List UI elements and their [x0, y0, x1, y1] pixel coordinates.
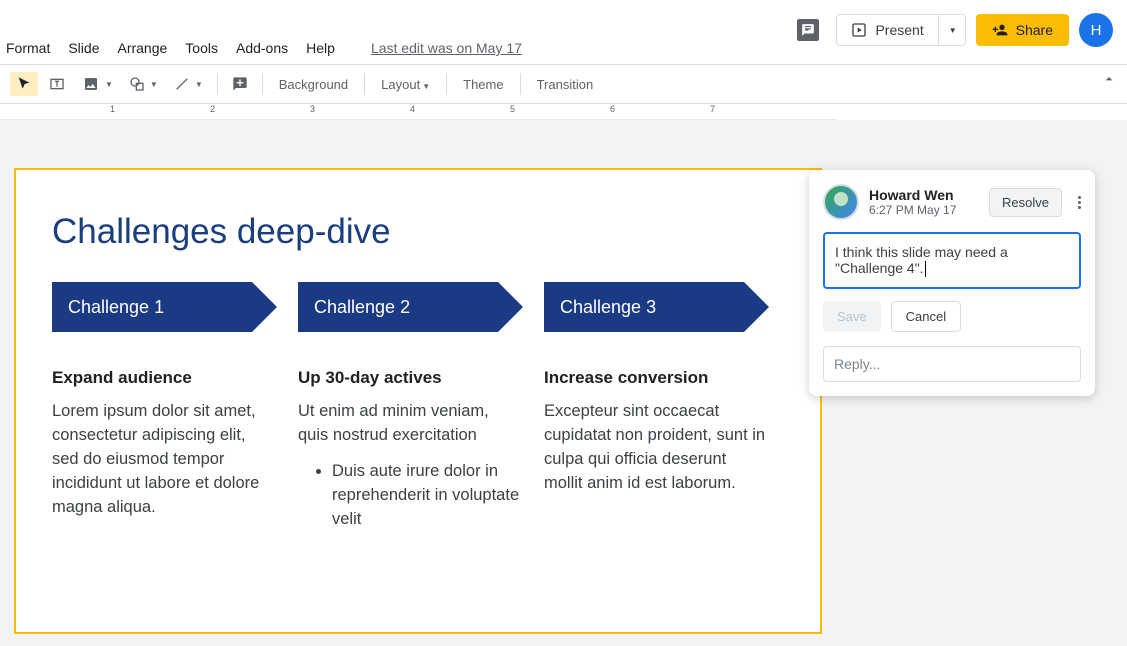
kebab-dot	[1078, 206, 1081, 209]
chevron-up-icon	[1101, 71, 1117, 87]
comment-actions: Save Cancel	[823, 301, 1081, 332]
ruler: 1 2 3 4 5 6 7	[0, 104, 837, 120]
chevron-down-icon: ▼	[422, 82, 430, 91]
select-tool[interactable]	[10, 72, 38, 96]
menu-arrange[interactable]: Arrange	[117, 40, 167, 56]
comment-textarea[interactable]: I think this slide may need a "Challenge…	[823, 232, 1081, 289]
ruler-mark: 2	[210, 104, 215, 114]
challenge-3-header[interactable]: Challenge 3	[544, 282, 744, 332]
reply-input[interactable]: Reply...	[823, 346, 1081, 382]
challenge-2-header[interactable]: Challenge 2	[298, 282, 498, 332]
save-button[interactable]: Save	[823, 301, 881, 332]
layout-button[interactable]: Layout▼	[373, 73, 438, 96]
slide-title[interactable]: Challenges deep-dive	[52, 212, 391, 252]
separator	[262, 73, 263, 95]
ruler-mark: 4	[410, 104, 415, 114]
present-icon	[851, 22, 867, 38]
comment-history-button[interactable]	[790, 12, 826, 48]
theme-button[interactable]: Theme	[455, 73, 511, 96]
challenge-2-body[interactable]: Ut enim ad minim veniam, quis nostrud ex…	[298, 400, 522, 532]
separator	[446, 73, 447, 95]
comment-more-button[interactable]	[1078, 196, 1081, 209]
cursor-icon	[16, 76, 32, 92]
kebab-dot	[1078, 201, 1081, 204]
chevron-down-icon: ▼	[195, 80, 203, 89]
challenge-2[interactable]: Challenge 2 Up 30-day actives Ut enim ad…	[298, 282, 522, 532]
separator	[217, 73, 218, 95]
challenge-3-subtitle[interactable]: Increase conversion	[544, 368, 768, 388]
comment-author: Howard Wen	[869, 187, 979, 203]
collapse-toolbar-button[interactable]	[1101, 71, 1117, 87]
menu-slide[interactable]: Slide	[68, 40, 99, 56]
ruler-mark: 1	[110, 104, 115, 114]
toolbar: ▼ ▼ ▼ Background Layout▼ Theme Transitio…	[0, 64, 1127, 104]
challenge-1-body[interactable]: Lorem ipsum dolor sit amet, consectetur …	[52, 400, 276, 520]
share-label: Share	[1016, 22, 1053, 38]
textbox-icon	[48, 76, 66, 92]
last-edit-link[interactable]: Last edit was on May 17	[371, 40, 522, 56]
textbox-tool[interactable]	[42, 72, 72, 96]
menu-format[interactable]: Format	[6, 40, 50, 56]
comment-header: Howard Wen 6:27 PM May 17 Resolve	[823, 184, 1081, 220]
layout-label: Layout	[381, 77, 420, 92]
ruler-mark: 3	[310, 104, 315, 114]
comment-timestamp: 6:27 PM May 17	[869, 203, 979, 217]
separator	[364, 73, 365, 95]
cancel-button[interactable]: Cancel	[891, 301, 961, 332]
chevron-down-icon: ▼	[150, 80, 158, 89]
challenge-3-label: Challenge 3	[560, 297, 656, 318]
chevron-down-icon: ▼	[949, 26, 957, 35]
menu-bar: Format Slide Arrange Tools Add-ons Help …	[6, 40, 522, 56]
challenge-3-body[interactable]: Excepteur sint occaecat cupidatat non pr…	[544, 400, 768, 496]
avatar-initial: H	[1091, 22, 1102, 39]
person-add-icon	[992, 22, 1008, 38]
ruler-mark: 6	[610, 104, 615, 114]
line-icon	[174, 76, 190, 92]
present-group: Present ▼	[836, 14, 965, 46]
comment-author-avatar	[823, 184, 859, 220]
menu-addons[interactable]: Add-ons	[236, 40, 288, 56]
transition-button[interactable]: Transition	[529, 73, 602, 96]
challenges-row: Challenge 1 Expand audience Lorem ipsum …	[52, 282, 768, 532]
top-bar: Present ▼ Share H	[790, 12, 1113, 48]
ruler-mark: 7	[710, 104, 715, 114]
comment-meta: Howard Wen 6:27 PM May 17	[869, 187, 979, 217]
present-label: Present	[875, 22, 923, 38]
resolve-button[interactable]: Resolve	[989, 188, 1062, 217]
separator	[520, 73, 521, 95]
challenge-2-bullet: Duis aute irure dolor in reprehenderit i…	[332, 460, 522, 532]
challenge-1-label: Challenge 1	[68, 297, 164, 318]
share-button[interactable]: Share	[976, 14, 1069, 46]
background-button[interactable]: Background	[271, 73, 356, 96]
challenge-1[interactable]: Challenge 1 Expand audience Lorem ipsum …	[52, 282, 276, 532]
menu-tools[interactable]: Tools	[185, 40, 218, 56]
kebab-dot	[1078, 196, 1081, 199]
challenge-1-header[interactable]: Challenge 1	[52, 282, 252, 332]
challenge-2-label: Challenge 2	[314, 297, 410, 318]
add-comment-icon	[232, 76, 248, 92]
shape-tool[interactable]: ▼	[123, 72, 164, 96]
account-avatar[interactable]: H	[1079, 13, 1113, 47]
add-comment-tool[interactable]	[226, 72, 254, 96]
challenge-1-subtitle[interactable]: Expand audience	[52, 368, 276, 388]
image-tool[interactable]: ▼	[76, 72, 119, 96]
reply-placeholder: Reply...	[834, 356, 880, 372]
comment-card: Howard Wen 6:27 PM May 17 Resolve I thin…	[809, 170, 1095, 396]
menu-help[interactable]: Help	[306, 40, 335, 56]
challenge-2-subtitle[interactable]: Up 30-day actives	[298, 368, 522, 388]
line-tool[interactable]: ▼	[168, 72, 209, 96]
present-button[interactable]: Present	[836, 14, 937, 46]
text-cursor	[925, 261, 926, 277]
present-dropdown[interactable]: ▼	[938, 14, 966, 46]
image-icon	[82, 76, 100, 92]
slide[interactable]: Challenges deep-dive Challenge 1 Expand …	[14, 168, 822, 634]
challenge-3[interactable]: Challenge 3 Increase conversion Excepteu…	[544, 282, 768, 532]
chevron-down-icon: ▼	[105, 80, 113, 89]
comment-icon	[797, 19, 819, 41]
ruler-mark: 5	[510, 104, 515, 114]
comment-text: I think this slide may need a "Challenge…	[835, 244, 1008, 276]
challenge-2-body-text: Ut enim ad minim veniam, quis nostrud ex…	[298, 402, 489, 444]
shape-icon	[129, 76, 145, 92]
